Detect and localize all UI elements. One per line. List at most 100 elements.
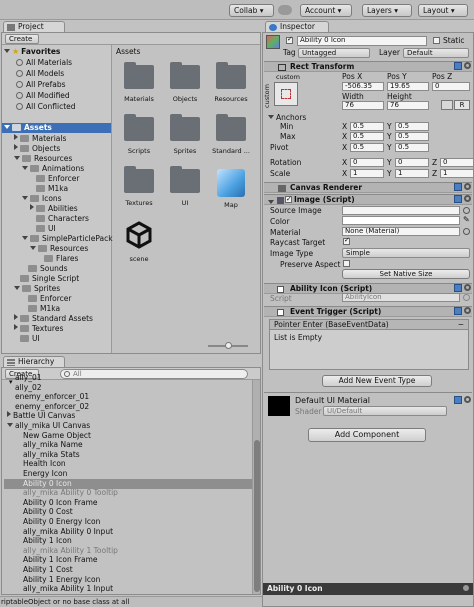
transform-value-field[interactable]: 0.5 — [395, 122, 429, 131]
expand-arrow-icon[interactable] — [14, 286, 20, 290]
tree-item[interactable]: M1ka — [30, 184, 68, 194]
hierarchy-row[interactable]: ally_mika Stats — [4, 450, 252, 460]
tab-project[interactable]: Project — [3, 21, 65, 32]
gear-icon[interactable] — [464, 195, 471, 202]
tree-item[interactable]: UI — [14, 334, 40, 344]
color-field[interactable] — [342, 216, 460, 225]
project-create-button[interactable]: Create ▾ — [5, 34, 39, 51]
transform-value-field[interactable]: 0.5 — [395, 132, 429, 141]
tree-item[interactable]: Single Script — [14, 274, 79, 284]
hierarchy-row[interactable]: Ability 1 Cost — [4, 565, 252, 575]
hierarchy-row[interactable]: Health Icon — [4, 459, 252, 469]
height-field[interactable]: 76 — [387, 101, 429, 110]
help-icon[interactable] — [454, 62, 462, 70]
eyedropper-icon[interactable]: ✎ — [463, 216, 471, 225]
cloud-icon[interactable] — [278, 5, 292, 15]
hierarchy-row[interactable]: ally_mika Ability 1 Input — [4, 584, 252, 594]
transform-value-field[interactable]: 1 — [440, 169, 474, 178]
image-header[interactable]: Image (Script) — [264, 194, 472, 205]
hierarchy-scrollbar-thumb[interactable] — [254, 440, 260, 592]
hierarchy-row[interactable]: ally_mika UI Canvas — [4, 421, 252, 431]
expand-arrow-icon[interactable] — [22, 166, 28, 170]
layer-dropdown[interactable]: Default — [403, 48, 469, 58]
asset-item[interactable]: Materials — [117, 62, 161, 103]
expand-arrow-icon[interactable] — [14, 156, 20, 160]
raw-edit-button[interactable]: R — [454, 100, 470, 110]
width-field[interactable]: 76 — [342, 101, 384, 110]
tab-inspector[interactable]: Inspector — [265, 21, 329, 32]
expand-arrow-icon[interactable] — [14, 134, 18, 140]
preserve-aspect-checkbox[interactable] — [343, 260, 350, 267]
asset-item[interactable]: Scripts — [117, 114, 161, 155]
layers-button[interactable]: Layers ▾ — [362, 4, 412, 17]
raycast-target-checkbox[interactable] — [343, 236, 350, 245]
asset-item[interactable]: Sprites — [163, 114, 207, 155]
gear-icon[interactable] — [464, 307, 471, 314]
pos-x-field[interactable]: -506.35 — [342, 82, 384, 91]
expand-arrow-icon[interactable] — [7, 423, 13, 427]
asset-item[interactable]: Textures — [117, 166, 161, 207]
hierarchy-row[interactable]: ally_mika Ability 1 Tooltip — [4, 546, 252, 556]
favorite-item[interactable]: All Prefabs — [16, 80, 66, 90]
tree-item[interactable]: Resources — [30, 244, 88, 254]
tree-item[interactable]: Sounds — [22, 264, 68, 274]
pos-y-field[interactable]: 19.65 — [387, 82, 429, 91]
hierarchy-row[interactable]: Ability 0 Icon Frame — [4, 498, 252, 508]
help-icon[interactable] — [454, 307, 462, 315]
asset-item[interactable]: Map — [209, 169, 253, 209]
tree-item[interactable]: Abilities — [30, 204, 78, 214]
event-trigger-header[interactable]: Event Trigger (Script) — [264, 306, 472, 317]
hierarchy-row[interactable]: Ability 0 Energy Icon — [4, 517, 252, 527]
hierarchy-row[interactable]: Ability 0 Cost — [4, 507, 252, 517]
layout-button[interactable]: Layout ▾ — [418, 4, 468, 17]
help-icon[interactable] — [454, 195, 462, 203]
tree-item[interactable]: Standard Assets — [14, 314, 93, 324]
hierarchy-row[interactable]: ally_01 — [4, 373, 252, 383]
pos-z-field[interactable]: 0 — [432, 82, 470, 91]
tree-item[interactable]: Materials — [14, 134, 66, 144]
transform-value-field[interactable]: 0 — [350, 158, 384, 167]
transform-value-field[interactable]: 0 — [395, 158, 429, 167]
expand-arrow-icon[interactable] — [14, 314, 18, 320]
hierarchy-scrollbar[interactable] — [252, 380, 260, 594]
tree-item[interactable]: Enforcer — [30, 174, 79, 184]
hierarchy-row[interactable]: Ability 1 Icon — [4, 536, 252, 546]
tree-item[interactable]: Icons — [22, 194, 62, 204]
asset-item[interactable]: Objects — [163, 62, 207, 103]
transform-value-field[interactable]: 0.5 — [350, 122, 384, 131]
tab-hierarchy[interactable]: Hierarchy — [3, 356, 65, 367]
tree-item[interactable]: UI — [30, 224, 56, 234]
transform-value-field[interactable]: 1 — [350, 169, 384, 178]
expand-arrow-icon[interactable] — [22, 196, 28, 200]
expand-arrow-icon[interactable] — [4, 125, 10, 129]
anchors-foldout[interactable]: Anchors — [268, 113, 306, 122]
tree-item[interactable]: Characters — [30, 214, 89, 224]
hierarchy-row[interactable]: ally_mika Ability 0 Input — [4, 527, 252, 537]
object-name-field[interactable]: Ability 0 Icon — [297, 36, 427, 46]
minus-icon[interactable]: − — [458, 320, 464, 329]
expand-arrow-icon[interactable] — [14, 324, 18, 330]
tree-item[interactable]: Sprites — [14, 284, 60, 294]
hierarchy-row[interactable]: Ability 1 Icon Frame — [4, 555, 252, 565]
gear-icon[interactable] — [464, 62, 471, 69]
shader-dropdown[interactable]: UI/Default — [323, 406, 447, 416]
help-icon[interactable] — [454, 183, 462, 191]
help-icon[interactable] — [454, 396, 462, 404]
help-icon[interactable] — [454, 284, 462, 292]
transform-value-field[interactable]: 0 — [440, 158, 474, 167]
zoom-slider-handle[interactable] — [225, 342, 232, 349]
hierarchy-row[interactable]: ally_02 — [4, 383, 252, 393]
canvas-renderer-header[interactable]: Canvas Renderer — [264, 182, 472, 193]
hierarchy-row[interactable]: Ability 1 Energy Icon — [4, 575, 252, 585]
object-picker-icon[interactable] — [463, 207, 470, 214]
hierarchy-row[interactable]: New Game Object — [4, 431, 252, 441]
expand-arrow-icon[interactable] — [30, 246, 36, 250]
expand-arrow-icon[interactable] — [14, 144, 18, 150]
asset-item[interactable]: UI — [163, 166, 207, 207]
tree-item[interactable]: Resources — [14, 154, 72, 164]
source-image-field[interactable] — [342, 206, 460, 215]
static-checkbox[interactable] — [433, 37, 440, 44]
anchor-preset-button[interactable] — [274, 82, 298, 106]
favorite-item[interactable]: All Conflicted — [16, 102, 76, 112]
asset-item[interactable]: Resources — [209, 62, 253, 103]
